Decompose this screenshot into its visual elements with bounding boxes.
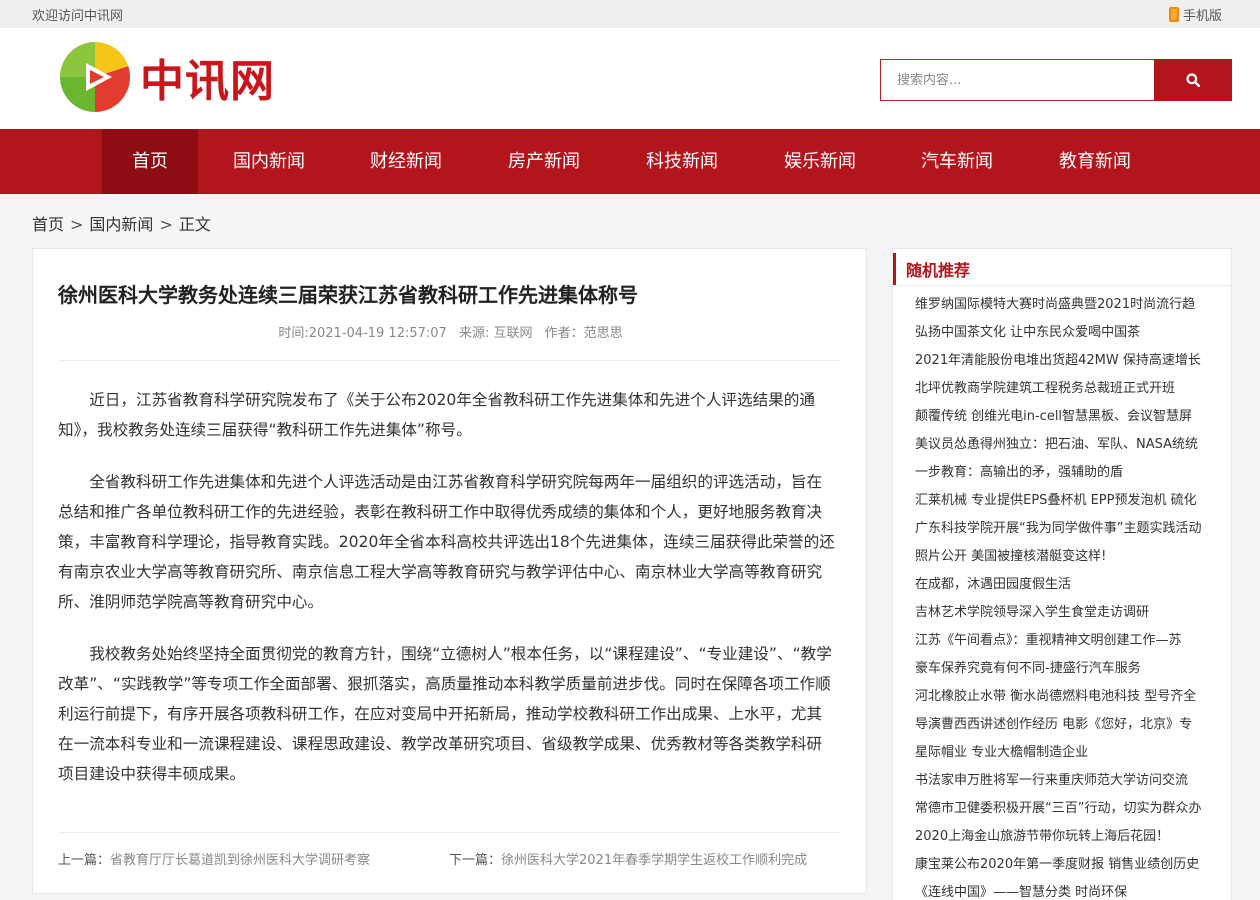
mobile-version-link[interactable]: 手机版 [1168,5,1222,24]
next-article-link[interactable]: 徐州医科大学2021年春季学期学生返校工作顺利完成 [501,853,807,868]
breadcrumb-current: 正文 [178,215,211,234]
article-panel: 徐州医科大学教务处连续三届荣获江苏省教科研工作先进集体称号 时间:2021-04… [32,248,867,894]
article-meta: 时间:2021-04-19 12:57:07 来源: 互联网 作者：范思思 [33,322,868,341]
breadcrumb-home[interactable]: 首页 [32,215,64,234]
article-paragraph: 我校教务处始终坚持全面贯彻党的教育方针，围绕“立德树人”根本任务，以“课程建设”… [58,645,832,783]
article-title: 徐州医科大学教务处连续三届荣获江苏省教科研工作先进集体称号 [58,283,638,307]
recommendation-item[interactable]: 汇莱机械 专业提供EPS叠杯机 EPP预发泡机 硫化 [915,487,1221,515]
recommendation-item[interactable]: 《连线中国》——智慧分类 时尚环保 [915,879,1221,900]
article-paragraph: 全省教科研工作先进集体和先进个人评选活动是由江苏省教育科学研究院每两年一届组织的… [58,473,835,611]
nav-item-realestate-news[interactable]: 房产新闻 [493,129,595,194]
search-box [880,59,1232,101]
recommendation-item[interactable]: 康宝莱公布2020年第一季度财报 销售业绩创历史 [915,851,1221,879]
recommendation-list: 维罗纳国际模特大赛时尚盛典暨2021时尚流行趋 弘扬中国茶文化 让中东民众爱喝中国… [915,291,1221,900]
divider [58,832,841,833]
search-icon [1186,73,1200,87]
recommendation-item[interactable]: 弘扬中国茶文化 让中东民众爱喝中国茶 [915,319,1221,347]
breadcrumb-separator: > [70,215,84,234]
search-button[interactable] [1154,59,1232,101]
divider [58,360,841,361]
logo-text: 中讯网 [140,56,275,107]
sidebar-accent-bar [893,253,896,285]
nav-item-home[interactable]: 首页 [102,129,198,194]
nav-item-finance-news[interactable]: 财经新闻 [355,129,457,194]
sidebar-header: 随机推荐 [893,249,1231,286]
phone-icon [1168,7,1179,22]
nav-item-tech-news[interactable]: 科技新闻 [631,129,733,194]
recommendation-item[interactable]: 广东科技学院开展“我为同学做件事”主题实践活动 [915,515,1221,543]
sidebar-title: 随机推荐 [906,261,971,280]
main-nav: 首页 国内新闻 财经新闻 房产新闻 科技新闻 娱乐新闻 汽车新闻 教育新闻 [0,129,1260,194]
mobile-version-label: 手机版 [1182,9,1222,24]
recommendation-item[interactable]: 2020上海金山旅游节带你玩转上海后花园！ [915,823,1221,851]
recommendation-item[interactable]: 美议员怂恿得州独立：把石油、军队、NASA统统 [915,431,1221,459]
welcome-text: 欢迎访问中讯网 [32,9,124,24]
play-logo-icon [60,42,130,112]
nav-item-domestic-news[interactable]: 国内新闻 [218,129,320,194]
recommendation-item[interactable]: 常德市卫健委积极开展“三百”行动，切实为群众办 [915,795,1221,823]
recommendation-item[interactable]: 照片公开 美国被撞核潜艇变这样! [915,543,1221,571]
recommendation-item[interactable]: 颠覆传统 创维光电in-cell智慧黑板、会议智慧屏 [915,403,1221,431]
recommendation-item[interactable]: 书法家申万胜将军一行来重庆师范大学访问交流 [915,767,1221,795]
breadcrumb-category[interactable]: 国内新闻 [89,215,153,234]
article-body: 近日，江苏省教育科学研究院发布了《关于公布2020年全省教科研工作先进集体和先进… [58,385,836,811]
article-author: 作者：范思思 [544,326,623,341]
article-time: 时间:2021-04-19 12:57:07 [278,326,447,341]
nav-item-auto-news[interactable]: 汽车新闻 [906,129,1008,194]
recommendation-item[interactable]: 2021年清能股份电堆出货超42MW 保持高速增长 [915,347,1221,375]
random-recommendations: 随机推荐 维罗纳国际模特大赛时尚盛典暨2021时尚流行趋 弘扬中国茶文化 让中东民… [892,248,1232,900]
recommendation-item[interactable]: 吉林艺术学院领导深入学生食堂走访调研 [915,599,1221,627]
site-logo[interactable]: 中讯网 [60,42,275,112]
breadcrumb: 首页 > 国内新闻 > 正文 [32,211,215,235]
recommendation-item[interactable]: 一步教育：高输出的矛，强辅助的盾 [915,459,1221,487]
prev-article-label: 上一篇： [58,853,111,868]
recommendation-item[interactable]: 维罗纳国际模特大赛时尚盛典暨2021时尚流行趋 [915,291,1221,319]
article-paragraph: 近日，江苏省教育科学研究院发布了《关于公布2020年全省教科研工作先进集体和先进… [58,391,815,439]
breadcrumb-separator: > [159,215,173,234]
nav-item-entertainment-news[interactable]: 娱乐新闻 [769,129,871,194]
recommendation-item[interactable]: 豪车保养究竟有何不同-捷盛行汽车服务 [915,655,1221,683]
recommendation-item[interactable]: 江苏《午间看点》：重视精神文明创建工作—苏 [915,627,1221,655]
prev-article-link[interactable]: 省教育厅厅长葛道凯到徐州医科大学调研考察 [110,853,370,868]
next-article-label: 下一篇： [449,853,502,868]
top-bar: 欢迎访问中讯网 手机版 [0,0,1260,28]
recommendation-item[interactable]: 河北橡胶止水带 衡水尚德燃料电池科技 型号齐全 [915,683,1221,711]
recommendation-item[interactable]: 在成都，沐遇田园度假生活 [915,571,1221,599]
article-source: 来源: 互联网 [458,326,533,341]
recommendation-item[interactable]: 北坪优教商学院建筑工程税务总裁班正式开班 [915,375,1221,403]
next-article: 下一篇：徐州医科大学2021年春季学期学生返校工作顺利完成 [449,849,807,868]
site-header: 中讯网 [0,28,1260,129]
search-input[interactable] [880,59,1154,101]
recommendation-item[interactable]: 星际帽业 专业大檐帽制造企业 [915,739,1221,767]
nav-item-education-news[interactable]: 教育新闻 [1044,129,1146,194]
prev-article: 上一篇：省教育厅厅长葛道凯到徐州医科大学调研考察 [58,849,370,868]
recommendation-item[interactable]: 导演曹西西讲述创作经历 电影《您好，北京》专 [915,711,1221,739]
